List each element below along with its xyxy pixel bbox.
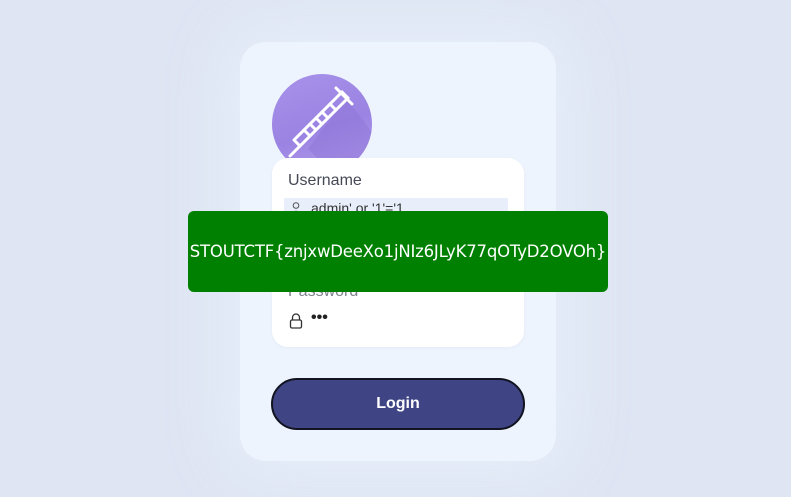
password-input[interactable]: ••• <box>311 309 328 327</box>
username-label: Username <box>288 172 362 189</box>
flag-banner: STOUTCTF{znjxwDeeXo1jNIz6JLyK77qOTyD2OVO… <box>188 211 608 292</box>
lock-icon <box>289 313 303 329</box>
login-button[interactable]: Login <box>271 378 525 430</box>
